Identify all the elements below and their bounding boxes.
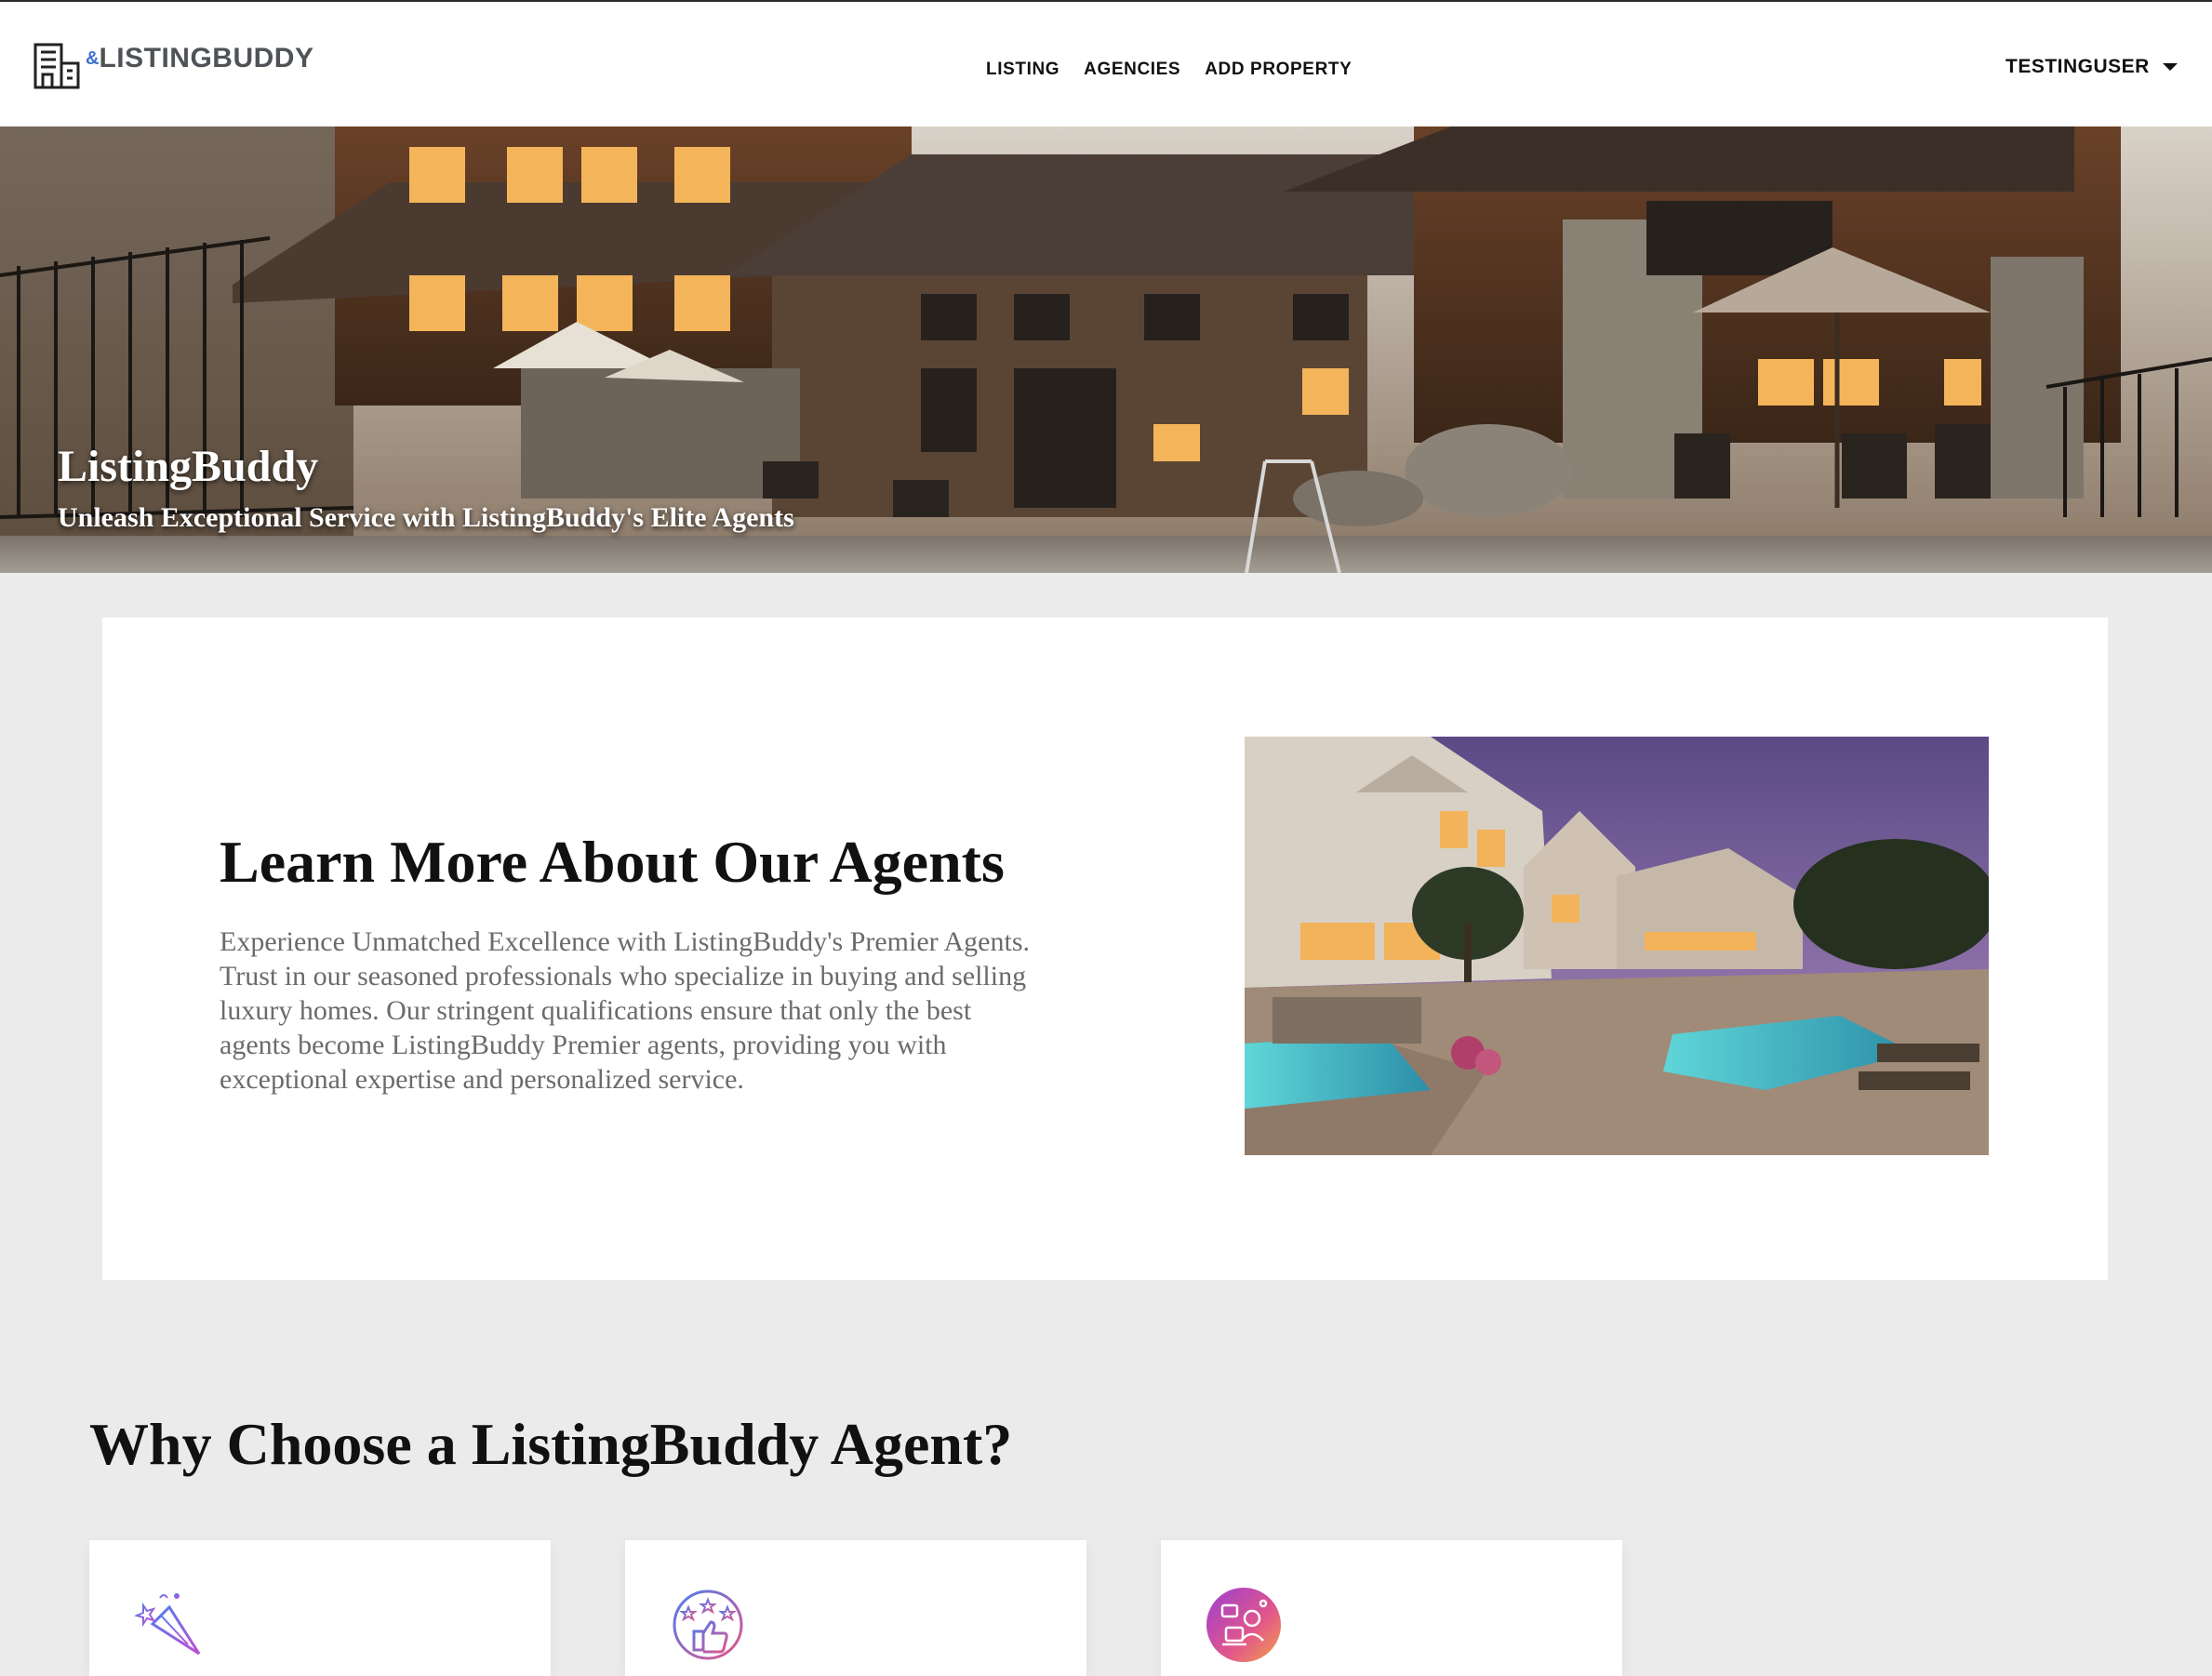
about-agents-card: Learn More About Our Agents Experience U… (102, 618, 2108, 1280)
feature-card-1[interactable] (89, 1540, 551, 1676)
hero-title: ListingBuddy (58, 442, 319, 491)
agent-support-icon (1206, 1587, 1282, 1663)
brand-name: LISTINGBUDDY (99, 43, 314, 73)
user-menu-dropdown[interactable]: TESTINGUSER (2005, 56, 2178, 78)
main-nav: LISTING AGENCIES ADD PROPERTY (986, 60, 1376, 80)
thumbs-up-stars-icon (670, 1587, 746, 1663)
about-heading: Learn More About Our Agents (220, 829, 1005, 895)
why-choose-heading: Why Choose a ListingBuddy Agent? (89, 1411, 1013, 1477)
nav-link-add-property[interactable]: ADD PROPERTY (1205, 60, 1352, 80)
luxury-pool-house-image (1245, 737, 1989, 1155)
party-popper-icon (134, 1587, 210, 1663)
about-description: Experience Unmatched Excellence with Lis… (220, 926, 1030, 1095)
top-navbar: & LISTINGBUDDY LISTING AGENCIES ADD PROP… (0, 0, 2212, 126)
user-name: TESTINGUSER (2005, 56, 2150, 77)
caret-down-icon (2162, 63, 2178, 71)
hero-banner: ListingBuddy Unleash Exceptional Service… (0, 126, 2212, 573)
feature-card-3[interactable] (1161, 1540, 1622, 1676)
nav-link-listing[interactable]: LISTING (986, 60, 1059, 80)
nav-link-agencies[interactable]: AGENCIES (1084, 60, 1180, 80)
brand-ampersand: & (86, 47, 100, 69)
building-logo-icon (33, 43, 80, 89)
feature-card-2[interactable] (625, 1540, 1086, 1676)
brand-logo[interactable]: & LISTINGBUDDY (32, 39, 313, 91)
hero-subtitle: Unleash Exceptional Service with Listing… (58, 502, 794, 533)
